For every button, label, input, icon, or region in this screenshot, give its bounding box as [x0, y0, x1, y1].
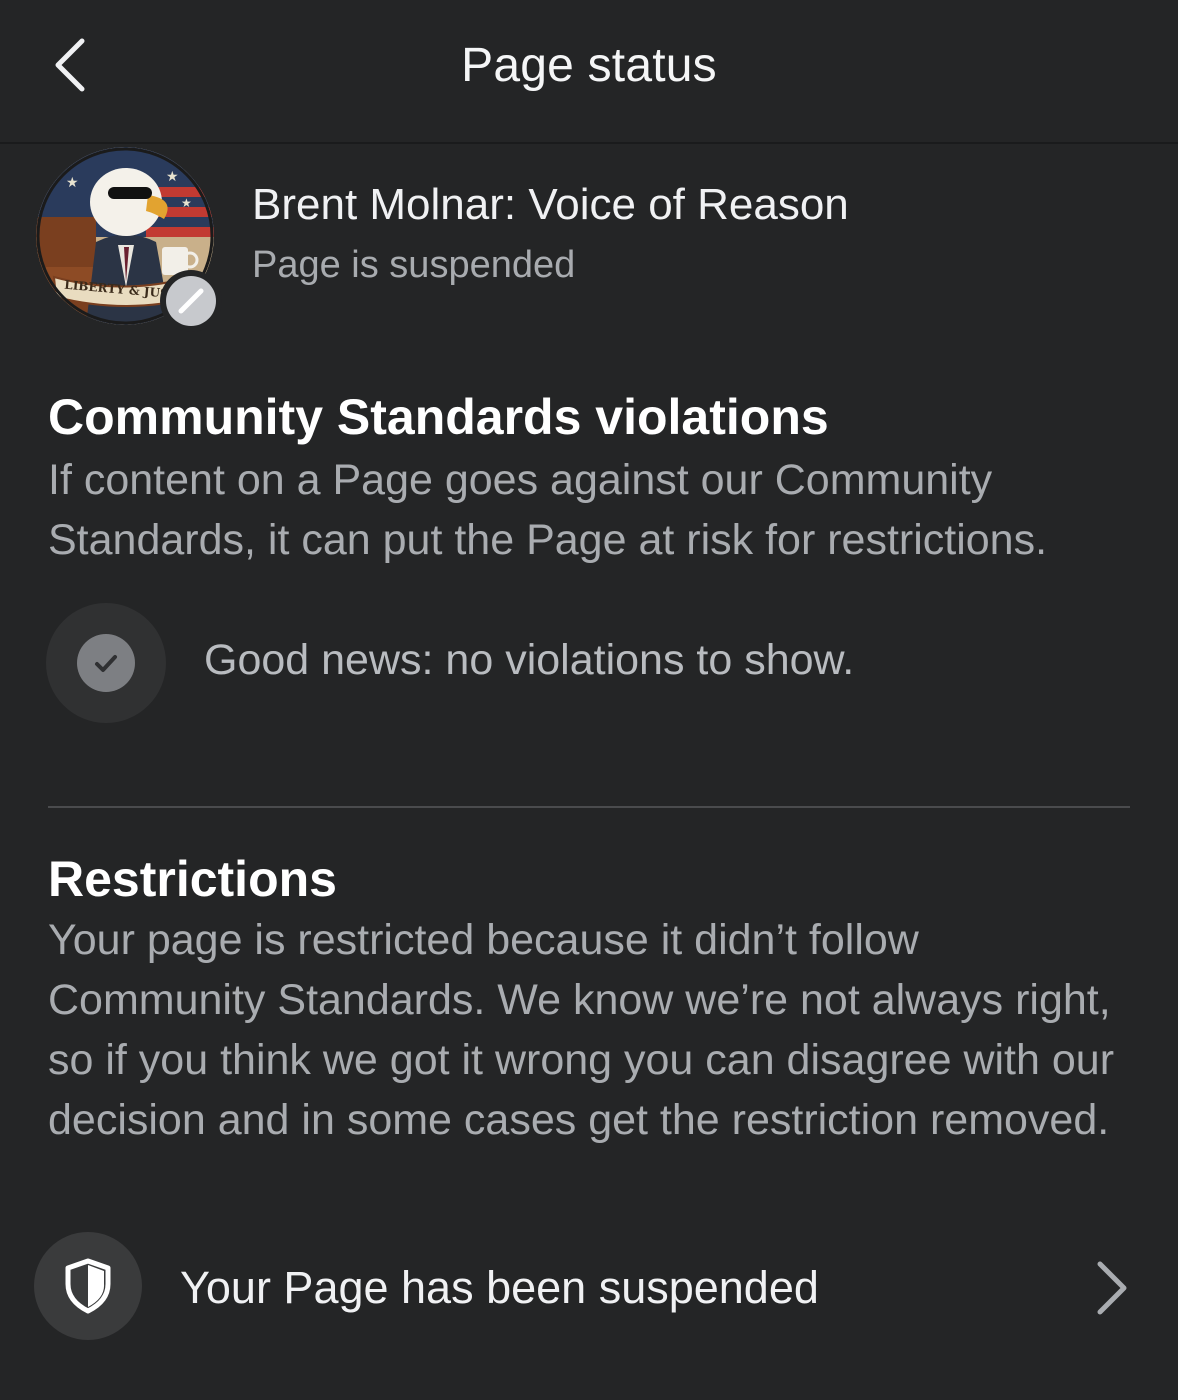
restrictions-description: Your page is restricted because it didn’…: [48, 916, 1115, 1144]
page-suspended-label: Your Page has been suspended: [180, 1262, 819, 1313]
restrictions-heading: Restrictions: [48, 851, 337, 907]
no-violations-indicator: [46, 603, 166, 723]
violations-description: If content on a Page goes against our Co…: [48, 456, 1048, 564]
violations-heading: Community Standards violations: [48, 389, 829, 445]
header-bar: Page status: [0, 0, 1178, 144]
svg-text:★: ★: [66, 175, 79, 191]
page-status-text: Page is suspended: [252, 244, 576, 286]
page-title: Page status: [461, 39, 717, 92]
chevron-right-icon: [1097, 1261, 1127, 1315]
page-suspended-row[interactable]: Your Page has been suspended: [34, 1230, 1144, 1340]
page-name: Brent Molnar: Voice of Reason: [252, 180, 849, 229]
page-status-screen: Page status ★ ★ ★ LIBERTY & JUST Brent M…: [0, 0, 1178, 1400]
svg-text:★: ★: [166, 169, 179, 185]
suspended-badge: [160, 270, 222, 332]
checkmark-icon: [95, 655, 117, 672]
blocked-icon: [178, 288, 204, 314]
no-violations-text: Good news: no violations to show.: [204, 636, 855, 684]
svg-text:★: ★: [181, 196, 192, 210]
shield-icon: [65, 1258, 111, 1314]
shield-icon-container: [34, 1232, 142, 1340]
section-divider: [48, 806, 1130, 808]
